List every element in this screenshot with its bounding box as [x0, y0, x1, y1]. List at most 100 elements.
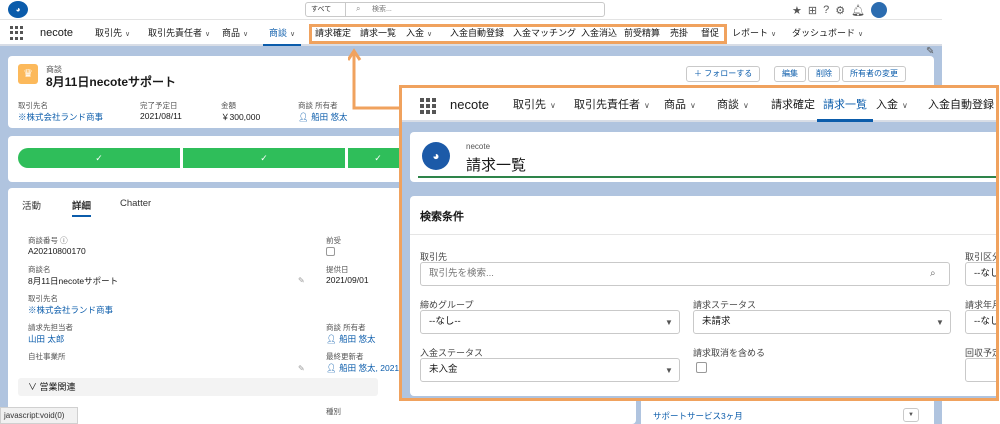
add-icon[interactable]: ⊞ — [808, 4, 817, 17]
payment-status-select[interactable]: 未入金 — [420, 358, 680, 382]
necote-logo-icon[interactable]: ◕ — [8, 1, 28, 18]
pencil-icon[interactable]: ✎ — [298, 276, 305, 285]
header-accent-line — [418, 176, 996, 178]
gear-icon[interactable]: ⚙ — [835, 4, 845, 17]
contact-link[interactable]: 山田 太郎 — [28, 333, 64, 345]
collection-plan-input[interactable] — [965, 358, 996, 382]
highlight-label: 完了予定日 — [140, 101, 178, 110]
include-cancel-checkbox[interactable] — [696, 362, 707, 373]
nav-item-payments[interactable]: 入金 ∨ — [876, 88, 908, 122]
chevron-down-icon: ∨ — [125, 31, 131, 38]
caret-down-icon: ▼ — [665, 318, 673, 327]
edit-button[interactable]: 編集 — [774, 66, 806, 82]
app-launcher-icon[interactable] — [10, 26, 24, 40]
nav-item-products[interactable]: 商品 ∨ — [222, 20, 248, 46]
page-header: ◕ necote 請求一覧 — [410, 132, 996, 182]
tab-chatter[interactable]: Chatter — [120, 198, 151, 209]
highlight-label: 商談 所有者 — [298, 101, 338, 110]
include-cancel-label: 請求取消を含める — [693, 348, 766, 358]
path-step-complete[interactable]: ✓ — [18, 148, 180, 168]
nav-item-auto-payment[interactable]: 入金自動登録 — [928, 88, 994, 122]
maeuke-checkbox — [326, 247, 335, 256]
help-icon[interactable]: ? — [823, 4, 829, 16]
nav-item-contacts[interactable]: 取引先責任者 ∨ — [148, 20, 210, 46]
necote-logo-icon: ◕ — [422, 142, 450, 170]
nav-item-billing-list[interactable]: 請求一覧 — [817, 88, 873, 122]
field-value: A20210800170 — [28, 246, 86, 256]
chevron-down-icon: ∨ — [743, 101, 749, 110]
account-search-input[interactable]: 取引先を検索... — [420, 262, 950, 286]
page-brand: necote — [466, 142, 491, 151]
nav-item-contacts[interactable]: 取引先責任者 ∨ — [574, 88, 650, 122]
group-select[interactable]: --なし-- — [420, 310, 680, 334]
search-scope-select[interactable]: すべて — [306, 3, 346, 16]
search-placeholder: 検索... — [372, 6, 392, 13]
related-product-link[interactable]: サポートサービス3ヶ月 — [653, 410, 743, 422]
field-label: 商談番号 ⓘ — [28, 236, 68, 245]
app-name: necote — [40, 27, 74, 39]
field-label: 種別 — [326, 407, 341, 416]
nav-item-reports[interactable]: レポート ∨ — [732, 20, 776, 46]
chevron-down-icon: ∨ — [205, 31, 211, 38]
field-label: 取引先名 — [28, 294, 58, 303]
opportunity-crown-icon: ♛ — [18, 64, 38, 84]
highlight-label: 取引先名 — [18, 101, 48, 110]
pencil-icon[interactable]: ✎ — [298, 364, 305, 373]
search-icon: ⌕ — [356, 4, 361, 13]
billing-status-select[interactable]: 未請求 — [693, 310, 951, 334]
highlight-account-link[interactable]: ※株式会社ランド商事 — [18, 111, 103, 123]
owner-link[interactable]: 👤︎ 船田 悠太 — [326, 333, 376, 345]
tab-details[interactable]: 詳細 — [72, 198, 92, 217]
chevron-down-icon: ∨ — [771, 31, 777, 38]
field-label: 商談 所有者 — [326, 323, 366, 332]
browser-status-bar: javascript:void(0) — [0, 407, 78, 424]
chevron-down-icon: ∨ — [858, 31, 864, 38]
nav-item-opportunities[interactable]: 商談 ∨ — [717, 88, 749, 122]
nav-item-accounts[interactable]: 取引先 ∨ — [513, 88, 556, 122]
change-owner-button[interactable]: 所有者の変更 — [842, 66, 906, 82]
info-icon: ⓘ — [60, 236, 68, 245]
caret-down-icon: ▼ — [665, 366, 673, 375]
tab-activity[interactable]: 活動 — [22, 198, 41, 212]
related-list-card: サポートサービス3ヶ月 ▼ — [641, 400, 934, 424]
follow-button[interactable]: ＋ フォローする — [686, 66, 761, 82]
nav-item-opportunities[interactable]: 商談 ∨ — [263, 20, 302, 46]
field-label: 自社事業所 — [28, 352, 66, 361]
nav-item-accounts[interactable]: 取引先 ∨ — [95, 20, 130, 46]
search-icon: ⌕ — [930, 268, 936, 279]
user-avatar[interactable] — [871, 2, 888, 18]
form-title: 検索条件 — [420, 211, 464, 223]
row-action-dropdown[interactable]: ▼ — [903, 408, 919, 422]
section-sales[interactable]: ∨ 営業関連 — [18, 378, 378, 396]
chevron-down-icon: ∨ — [902, 101, 908, 110]
field-value: 8月11日necoteサポート — [28, 276, 119, 286]
highlight-frame — [309, 24, 727, 44]
delete-button[interactable]: 削除 — [808, 66, 840, 82]
field-value: 2021/09/01 — [326, 275, 369, 285]
field-label: 商談名 — [28, 265, 51, 274]
nav-item-billing-confirm[interactable]: 請求確定 — [771, 88, 815, 122]
highlight-owner-link[interactable]: 👤︎ 船田 悠太 — [298, 111, 348, 123]
division-select[interactable]: --なし — [965, 262, 996, 286]
record-title: 8月11日necoteサポート — [46, 75, 177, 89]
app-navigation-bar-zoomed: necote 取引先 ∨ 取引先責任者 ∨ 商品 ∨ 商談 ∨ 請求確定 請求一覧 入金… — [402, 88, 996, 122]
chevron-down-icon: ∨ — [550, 101, 556, 110]
highlight-value: ￥300,000 — [221, 112, 261, 122]
utility-icons: ★ ⊞ ? ⚙ 🔔︎ — [792, 2, 888, 18]
field-label: 前受 — [326, 236, 341, 245]
global-search[interactable]: すべて ⌕ 検索... — [305, 2, 605, 17]
path-step-complete[interactable]: ✓ — [183, 148, 345, 168]
chevron-down-icon: ∨ — [243, 31, 249, 38]
connector-arrow-icon — [348, 48, 400, 110]
nav-item-products[interactable]: 商品 ∨ — [664, 88, 696, 122]
favorites-star-icon[interactable]: ★ — [792, 4, 802, 17]
field-label: 最終更新者 — [326, 352, 364, 361]
divider — [410, 234, 996, 235]
year-month-select[interactable]: --なし — [965, 310, 996, 334]
account-link[interactable]: ※株式会社ランド商事 — [28, 304, 113, 316]
nav-item-dashboards[interactable]: ダッシュボード ∨ — [792, 20, 863, 46]
bell-icon[interactable]: 🔔︎ — [851, 4, 865, 17]
app-launcher-icon[interactable] — [420, 98, 436, 114]
chevron-down-icon: ∨ — [644, 101, 650, 110]
page-title: 請求一覧 — [466, 157, 527, 174]
